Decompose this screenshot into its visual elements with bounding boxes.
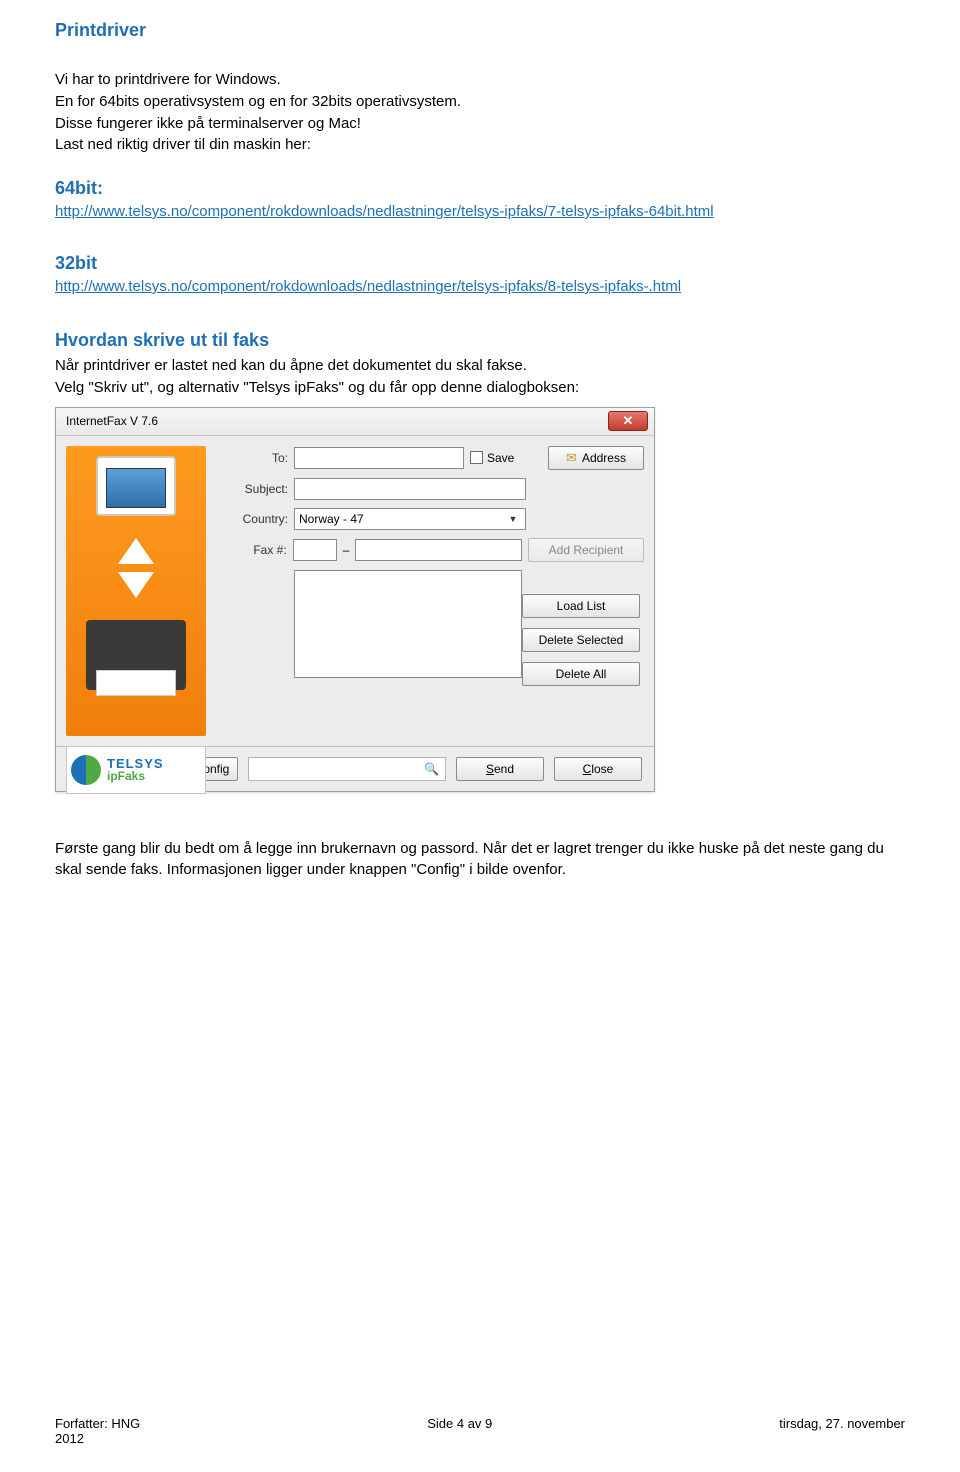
paragraph-hvordan: Når printdriver er lastet ned kan du åpn… xyxy=(55,355,905,399)
delete-selected-button[interactable]: Delete Selected xyxy=(522,628,640,652)
logo-mark-icon xyxy=(71,755,101,785)
envelope-icon: ✉ xyxy=(566,450,577,466)
close-label: Close xyxy=(583,762,614,776)
delete-all-label: Delete All xyxy=(556,667,607,681)
load-list-label: Load List xyxy=(557,599,606,613)
delete-selected-label: Delete Selected xyxy=(539,633,624,647)
logo-product: ipFaks xyxy=(107,770,164,782)
paragraph-after: Første gang blir du bedt om å legge inn … xyxy=(55,838,905,882)
label-country: Country: xyxy=(226,512,288,526)
fax-machine-icon xyxy=(86,620,186,690)
save-checkbox-label: Save xyxy=(487,451,514,465)
telsys-logo: TELSYS ipFaks xyxy=(66,746,206,794)
fax-countrycode-input[interactable] xyxy=(293,539,337,561)
illustration-panel xyxy=(66,446,206,736)
dialog-title: InternetFax V 7.6 xyxy=(66,414,158,428)
magnifier-icon[interactable]: 🔍 xyxy=(424,762,439,776)
country-value: Norway - 47 xyxy=(299,512,364,526)
add-recipient-button[interactable]: Add Recipient xyxy=(528,538,644,562)
link-32bit[interactable]: http://www.telsys.no/component/rokdownlo… xyxy=(55,278,681,295)
chevron-down-icon: ▼ xyxy=(505,511,521,527)
close-icon: ✕ xyxy=(623,413,634,429)
internetfax-dialog: InternetFax V 7.6 ✕ TELSYS ipFaks xyxy=(55,407,655,792)
monitor-icon xyxy=(96,456,176,516)
label-to: To: xyxy=(226,451,288,465)
footer-left: Forfatter: HNG 2012 xyxy=(55,1416,140,1446)
window-close-button[interactable]: ✕ xyxy=(608,411,648,431)
send-button[interactable]: Send xyxy=(456,757,544,781)
to-input[interactable] xyxy=(294,447,464,469)
link-64bit[interactable]: http://www.telsys.no/component/rokdownlo… xyxy=(55,203,714,220)
country-combobox[interactable]: Norway - 47 ▼ xyxy=(294,508,526,530)
page-footer: Forfatter: HNG 2012 Side 4 av 9 tirsdag,… xyxy=(55,1416,905,1446)
subject-input[interactable] xyxy=(294,478,526,500)
load-list-button[interactable]: Load List xyxy=(522,594,640,618)
fax-number-input[interactable] xyxy=(355,539,522,561)
address-button[interactable]: ✉ Address xyxy=(548,446,644,470)
label-subject: Subject: xyxy=(226,482,288,496)
transfer-arrows-icon xyxy=(112,538,160,598)
close-button[interactable]: Close xyxy=(554,757,642,781)
heading-32bit: 32bit xyxy=(55,253,905,274)
send-label: Send xyxy=(486,762,514,776)
heading-64bit: 64bit: xyxy=(55,178,905,199)
monitor-screen-icon xyxy=(106,468,166,508)
save-checkbox[interactable] xyxy=(470,451,483,464)
add-recipient-label: Add Recipient xyxy=(549,543,624,557)
label-fax: Fax #: xyxy=(226,543,287,557)
heading-hvordan: Hvordan skrive ut til faks xyxy=(55,330,905,351)
fax-separator: – xyxy=(343,543,350,557)
footer-center: Side 4 av 9 xyxy=(427,1416,492,1446)
delete-all-button[interactable]: Delete All xyxy=(522,662,640,686)
recipient-listbox[interactable] xyxy=(294,570,522,678)
heading-printdriver: Printdriver xyxy=(55,20,905,41)
footer-right: tirsdag, 27. november xyxy=(779,1416,905,1446)
address-button-label: Address xyxy=(582,451,626,465)
preview-strip: 🔍 xyxy=(248,757,446,781)
paragraph-intro: Vi har to printdrivere for Windows. En f… xyxy=(55,69,905,156)
dialog-titlebar: InternetFax V 7.6 ✕ xyxy=(56,408,654,436)
